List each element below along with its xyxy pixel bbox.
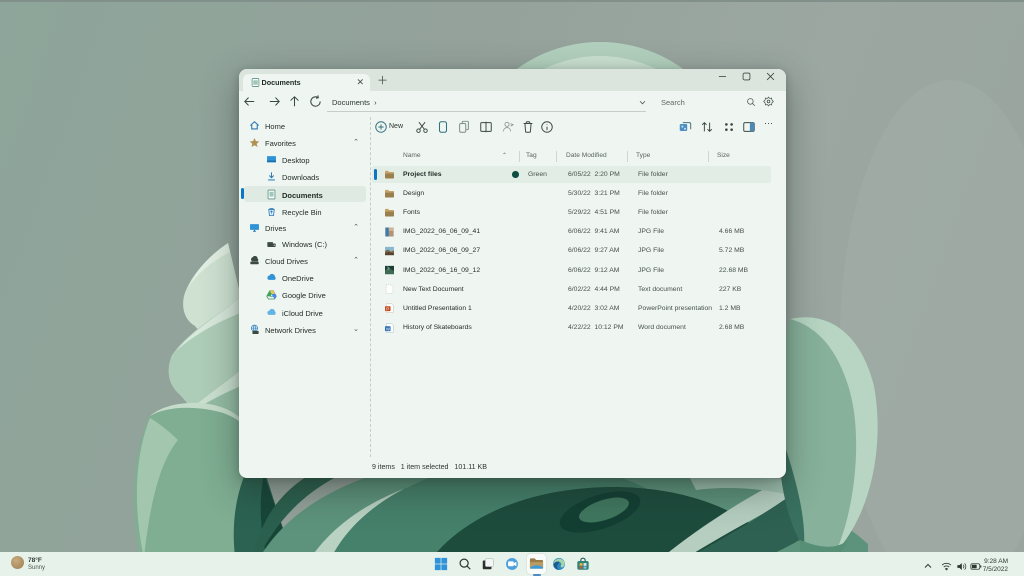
svg-text:P: P: [386, 306, 389, 311]
